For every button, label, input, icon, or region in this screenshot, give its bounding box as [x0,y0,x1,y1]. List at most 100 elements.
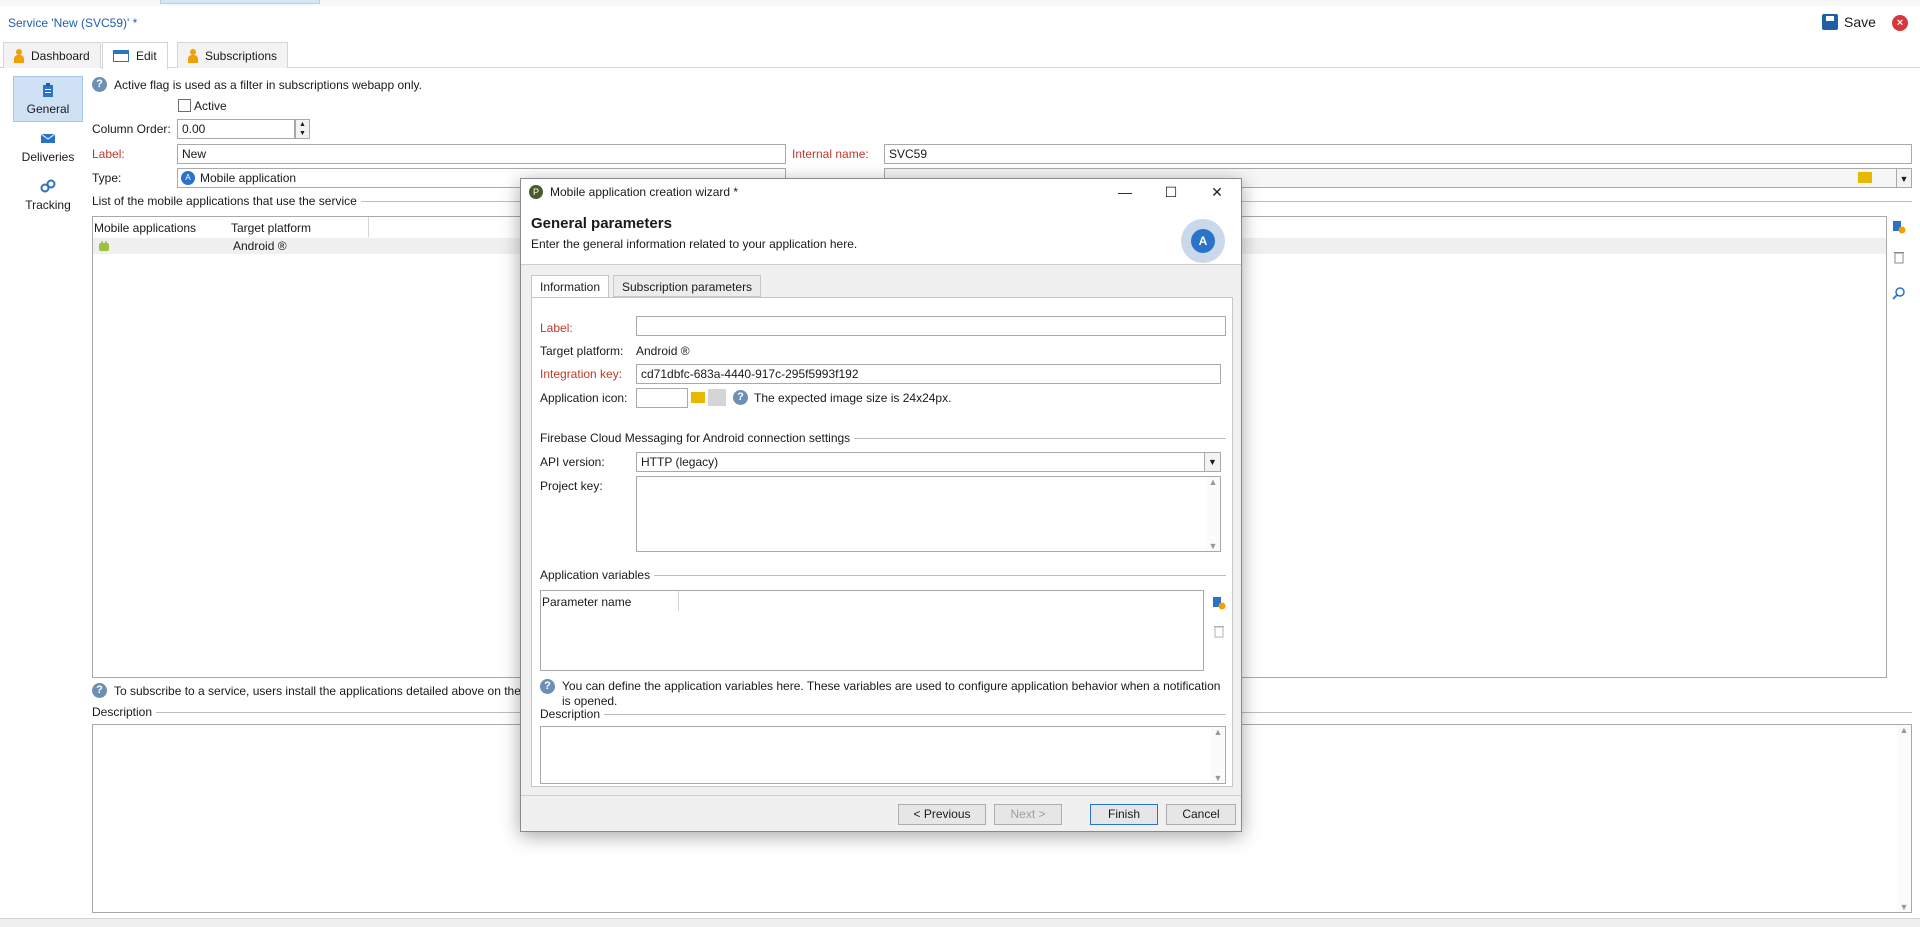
sidebar-item-deliveries[interactable]: Deliveries [13,124,83,170]
sidebar-item-tracking[interactable]: Tracking [13,172,83,218]
dialog-titlebar: P Mobile application creation wizard * —… [521,179,1241,205]
search-icon[interactable] [1892,286,1906,300]
minimize-icon[interactable]: — [1105,181,1145,203]
sidebar-item-label: General [26,102,70,116]
info-icon: ? [92,683,107,698]
tab-information[interactable]: Information [531,275,610,298]
info-icon: ? [540,679,555,694]
tab-subscriptions[interactable]: Subscriptions [177,42,289,68]
cancel-button[interactable]: Cancel [1166,804,1236,825]
active-note: Active flag is used as a filter in subsc… [114,78,422,92]
grid-cell-platform: Android ® [233,239,287,253]
column-order-label: Column Order: [92,122,171,136]
next-button[interactable]: Next > [994,804,1062,825]
active-checkbox[interactable] [178,99,191,112]
tab-dashboard[interactable]: Dashboard [3,42,101,68]
dialog-heading: General parameters [531,215,672,232]
dialog-header: General parameters Enter the general inf… [521,205,1241,265]
app-icon-field[interactable] [636,388,688,408]
section-divider [654,574,1226,576]
scrollbar[interactable]: ▲ ▼ [1206,477,1220,551]
folder-icon[interactable] [1858,172,1872,183]
app-vars-note: You can define the application variables… [562,679,1221,708]
finish-button[interactable]: Finish [1090,804,1158,825]
section-divider [604,713,1226,715]
status-bar [0,918,1920,927]
dialog-title: Mobile application creation wizard * [550,185,739,199]
section-title: Description [92,705,153,719]
dialog-subheading: Enter the general information related to… [531,237,858,251]
person-icon [14,48,24,63]
target-platform-value: Android ® [636,344,690,358]
internal-name-field[interactable]: SVC59 [884,144,1912,164]
integration-key-field[interactable]: cd71dbfc-683a-4440-917c-295f5993f192 [636,364,1221,384]
app-vars-grid[interactable]: Parameter name [540,590,1204,671]
footer-divider [521,795,1241,796]
close-icon[interactable]: ✕ [1197,181,1237,203]
app-icon-label: Application icon: [540,391,628,405]
tab-edit[interactable]: Edit [102,42,168,69]
app-icon-note: The expected image size is 24x24px. [754,391,952,405]
window-title-row: Service 'New (SVC59)' * Save × [0,10,1920,36]
chevron-down-icon[interactable]: ▼ [1204,453,1220,471]
dialog-label-label: Label: [540,321,573,335]
section-title: List of the mobile applications that use… [92,194,357,208]
tab-label: Dashboard [31,48,90,63]
trash-icon[interactable] [1212,624,1226,638]
project-key-label: Project key: [540,479,603,493]
envelope-icon [40,133,56,143]
type-value: Mobile application [200,171,297,185]
column-order-stepper[interactable]: ▲ ▼ [295,119,310,139]
column-order-field[interactable]: 0.00 [177,119,295,139]
label-label: Label: [92,147,125,161]
top-tab-highlight [160,0,320,4]
section-title: Application variables [540,568,651,582]
clear-icon[interactable] [708,389,726,406]
app-icon: P [529,185,543,199]
scrollbar[interactable]: ▲ ▼ [1897,725,1911,912]
app-vars-section: Application variables [540,568,1226,582]
maximize-icon[interactable]: ☐ [1151,181,1191,203]
active-label: Active [194,99,227,113]
fcm-section: Firebase Cloud Messaging for Android con… [540,431,1226,445]
mobile-app-badge-icon: A [1181,219,1225,263]
label-field[interactable]: New [177,144,786,164]
type-label: Type: [92,171,122,185]
previous-button[interactable]: < Previous [898,804,986,825]
person-icon [188,48,198,63]
mobile-app-icon: A [181,171,195,185]
internal-name-label: Internal name: [792,147,869,161]
section-title: Description [540,707,601,721]
scrollbar[interactable]: ▲ ▼ [1211,727,1225,783]
tab-bar: Dashboard Edit Subscriptions [0,42,1920,69]
form-icon [113,50,129,62]
add-icon[interactable] [1212,596,1226,610]
sidebar-item-label: Deliveries [21,150,75,164]
tab-label: Subscriptions [205,48,278,63]
information-panel: Label: Target platform: Android ® Integr… [531,297,1233,787]
close-icon[interactable]: × [1892,15,1908,31]
save-button[interactable]: Save [1822,14,1876,30]
tab-subscription-parameters[interactable]: Subscription parameters [613,275,762,297]
save-label: Save [1844,14,1876,30]
project-key-textarea[interactable]: ▲ ▼ [636,476,1221,552]
sidebar-item-general[interactable]: General [13,76,83,122]
grid-header[interactable]: Mobile applications [94,217,196,237]
add-icon[interactable] [1892,220,1906,234]
dialog-description-textarea[interactable]: ▲ ▼ [540,726,1226,784]
dialog-label-field[interactable] [636,316,1226,336]
chevron-down-icon[interactable]: ▼ [1896,168,1912,188]
api-version-value: HTTP (legacy) [641,455,719,469]
api-version-label: API version: [540,455,605,469]
top-strip [0,0,1920,6]
sidebar-item-label: Tracking [25,198,71,212]
grid-header[interactable]: Parameter name [542,591,631,611]
trash-icon[interactable] [1892,250,1906,264]
tab-label: Edit [136,49,157,63]
info-icon: ? [92,77,107,92]
folder-icon[interactable] [691,392,705,403]
android-icon [99,241,109,251]
api-version-select[interactable]: HTTP (legacy) ▼ [636,452,1221,472]
grid-header[interactable]: Target platform [231,217,311,237]
subscribe-note: To subscribe to a service, users install… [114,684,528,698]
